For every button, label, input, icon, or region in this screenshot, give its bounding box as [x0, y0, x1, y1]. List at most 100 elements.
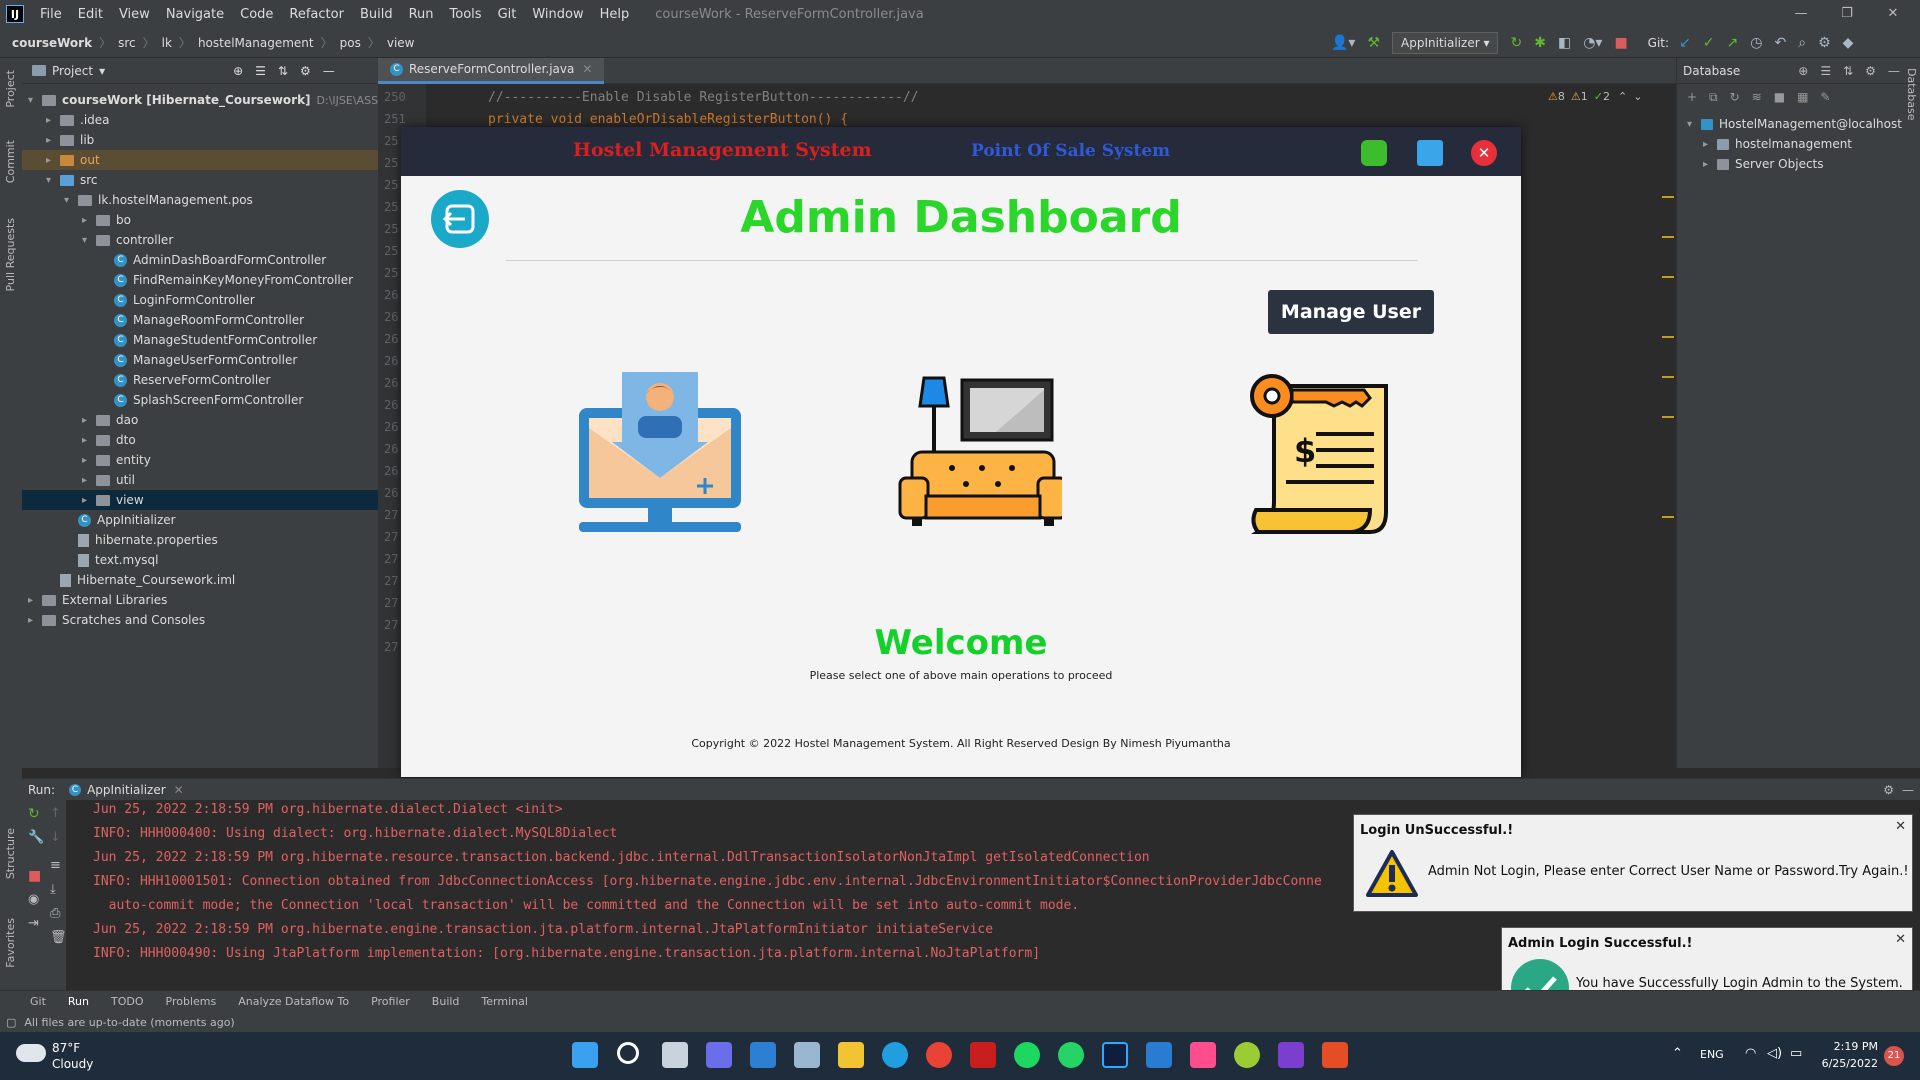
- git-push-icon[interactable]: ↗: [1721, 35, 1745, 51]
- menu-code[interactable]: Code: [232, 7, 281, 22]
- manage-room-card[interactable]: [896, 372, 1068, 541]
- chevron-right-icon[interactable]: ▸: [28, 595, 42, 606]
- login-failed-notification[interactable]: Login UnSuccessful.! ✕ Admin Not Login, …: [1353, 814, 1913, 912]
- menu-window[interactable]: Window: [524, 7, 591, 22]
- chevron-down-icon[interactable]: ⌄: [1633, 90, 1642, 103]
- menu-git[interactable]: Git: [490, 7, 525, 22]
- scroll-to-end-icon[interactable]: ⤓: [50, 882, 56, 897]
- project-tree-item[interactable]: ▸ entity: [82, 450, 151, 470]
- user-icon[interactable]: 👤▾: [1325, 35, 1361, 51]
- project-tree-item[interactable]: ▸ lib: [46, 130, 94, 150]
- project-tree-item[interactable]: C ManageRoomFormController: [100, 310, 304, 330]
- inspection-widget[interactable]: ⚠ 8 ⚠ 1 ✓ 2 ⌃ ⌄: [1548, 90, 1642, 103]
- project-tree-item[interactable]: ▸ External Libraries: [28, 590, 167, 610]
- project-tree-item[interactable]: ▸ dto: [82, 430, 136, 450]
- chevron-right-icon[interactable]: ▸: [82, 495, 96, 506]
- project-tree-item[interactable]: C LoginFormController: [100, 290, 255, 310]
- project-tree-item[interactable]: Hibernate_Coursework.iml: [46, 570, 235, 590]
- project-tree-item[interactable]: ▸ view: [82, 490, 144, 510]
- breadcrumb-project[interactable]: courseWork: [0, 36, 96, 50]
- close-icon[interactable]: ✕: [1895, 932, 1906, 947]
- database-actions-toolbar[interactable]: +⧉↻≋■▦✎: [1677, 84, 1920, 110]
- tool-structure[interactable]: Structure: [4, 828, 17, 879]
- menu-run[interactable]: Run: [401, 7, 442, 22]
- project-tree-item[interactable]: C ManageStudentFormController: [100, 330, 317, 350]
- volume-icon[interactable]: ◁): [1767, 1046, 1782, 1061]
- hide-panel-icon[interactable]: —: [1902, 783, 1914, 797]
- search-icon[interactable]: ⌕: [1792, 35, 1812, 51]
- tool-commit[interactable]: Commit: [4, 140, 17, 183]
- chevron-down-icon[interactable]: ▾: [82, 235, 96, 246]
- run-tab-appinitializer[interactable]: C AppInitializer ✕: [69, 783, 184, 797]
- vscode-icon[interactable]: [1146, 1042, 1172, 1068]
- print-icon[interactable]: ⎙: [50, 906, 60, 921]
- tool-build[interactable]: Build: [432, 995, 460, 1008]
- close-tab-icon[interactable]: ✕: [582, 62, 592, 76]
- chevron-right-icon[interactable]: ▸: [46, 135, 60, 146]
- manage-user-button[interactable]: Manage User: [1268, 290, 1434, 334]
- tool-analyze-dataflow[interactable]: Analyze Dataflow To: [238, 995, 349, 1008]
- chevron-right-icon[interactable]: ▸: [82, 455, 96, 466]
- project-tree-item[interactable]: ▾ src: [46, 170, 98, 190]
- settings-gear-icon[interactable]: ⚙: [1812, 35, 1837, 51]
- chevron-right-icon[interactable]: ▸: [82, 475, 96, 486]
- tool-terminal[interactable]: Terminal: [481, 995, 528, 1008]
- git-commit-icon[interactable]: ✓: [1697, 35, 1721, 51]
- stop-icon[interactable]: ■: [28, 868, 41, 884]
- arrow-up-icon[interactable]: ↑: [50, 806, 61, 821]
- breadcrumb-view[interactable]: view: [383, 36, 419, 50]
- mail-icon[interactable]: [750, 1042, 776, 1068]
- manage-student-card[interactable]: [577, 372, 743, 541]
- file-explorer-icon[interactable]: [838, 1042, 864, 1068]
- app-close-button[interactable]: ✕: [1471, 140, 1497, 166]
- app-maximize-button[interactable]: [1417, 140, 1443, 166]
- scene-builder-icon[interactable]: [1234, 1042, 1260, 1068]
- error-stripe-mark[interactable]: [1662, 336, 1674, 338]
- chevron-right-icon[interactable]: ▸: [46, 155, 60, 166]
- project-tree-item[interactable]: ▾ courseWork [Hibernate_Coursework] D:\IJS…: [28, 90, 425, 110]
- db-server-objects[interactable]: ▸ Server Objects: [1703, 154, 1824, 174]
- chevron-right-icon[interactable]: ▸: [46, 115, 60, 126]
- chevron-up-icon[interactable]: ⌃: [1618, 90, 1627, 103]
- chevron-right-icon[interactable]: ▸: [82, 435, 96, 446]
- tool-git[interactable]: Git: [30, 995, 46, 1008]
- project-tree-item[interactable]: C ReserveFormController: [100, 370, 271, 390]
- error-stripe-mark[interactable]: [1662, 376, 1674, 378]
- menu-edit[interactable]: Edit: [70, 7, 111, 22]
- chevron-right-icon[interactable]: ▸: [28, 615, 42, 626]
- battery-icon[interactable]: ▭: [1790, 1046, 1802, 1061]
- project-tree-item[interactable]: ▸ .idea: [46, 110, 110, 130]
- trash-icon[interactable]: 🗑: [50, 930, 67, 945]
- minimize-window-button[interactable]: —: [1778, 0, 1824, 28]
- menu-tools[interactable]: Tools: [442, 7, 490, 22]
- language-indicator[interactable]: ENG: [1700, 1048, 1724, 1061]
- reservation-card[interactable]: $: [1246, 372, 1412, 541]
- error-stripe-mark[interactable]: [1662, 276, 1674, 278]
- wrench-icon[interactable]: 🔧: [28, 830, 44, 845]
- code-method-declaration[interactable]: private void enableOrDisableRegisterButt…: [488, 112, 848, 127]
- stop-icon[interactable]: ■: [1608, 35, 1633, 51]
- tool-run[interactable]: Run: [68, 995, 89, 1008]
- soft-wrap-icon[interactable]: ≡: [50, 858, 61, 873]
- visual-studio-icon[interactable]: [1278, 1042, 1304, 1068]
- project-tree-item[interactable]: ▸ Scratches and Consoles: [28, 610, 205, 630]
- tool-favorites[interactable]: Favorites: [4, 918, 17, 968]
- db-connection[interactable]: ▾ HostelManagement@localhost: [1687, 114, 1902, 134]
- app-minimize-button[interactable]: [1361, 140, 1387, 166]
- clock-time[interactable]: 2:19 PM: [1818, 1040, 1878, 1053]
- db-schema[interactable]: ▸ hostelmanagement: [1703, 134, 1852, 154]
- tool-database[interactable]: Database: [1905, 68, 1918, 121]
- project-tree-item[interactable]: C AppInitializer: [64, 510, 176, 530]
- settings-gear-icon[interactable]: ⚙: [1883, 783, 1894, 797]
- project-tree-item[interactable]: C ManageUserFormController: [100, 350, 297, 370]
- camera-icon[interactable]: ◉: [28, 892, 39, 907]
- breadcrumb-lk[interactable]: lk: [158, 36, 176, 50]
- java-app-icon[interactable]: [1322, 1042, 1348, 1068]
- run-config-select[interactable]: AppInitializer ▾: [1392, 32, 1499, 54]
- clock-date[interactable]: 6/25/2022: [1808, 1057, 1878, 1070]
- search-icon[interactable]: [617, 1042, 639, 1064]
- project-tree-item[interactable]: ▸ util: [82, 470, 135, 490]
- chevron-down-icon[interactable]: ▾: [28, 95, 42, 106]
- spotify-icon[interactable]: [1014, 1042, 1040, 1068]
- arrow-down-icon[interactable]: ↓: [50, 830, 61, 845]
